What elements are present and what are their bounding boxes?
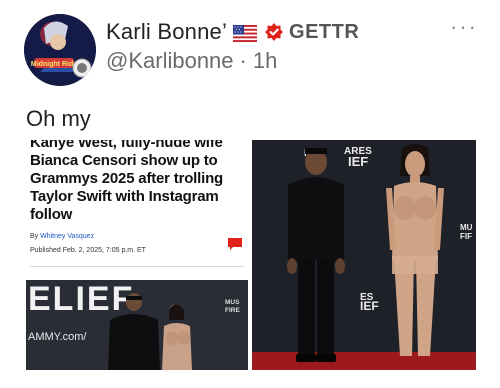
handle[interactable]: @Karlibonne xyxy=(106,48,234,74)
attached-image-photo[interactable]: MU ARES IEF JS RE ES IEF MU FIF xyxy=(252,140,476,370)
byline-prefix: By xyxy=(30,233,39,240)
article-headline: Kanye West, fully-nude wife Bianca Censo… xyxy=(30,140,224,223)
more-options-icon[interactable]: ··· xyxy=(450,16,478,38)
comment-icon xyxy=(228,238,242,250)
backdrop-mid-4: IEF xyxy=(360,299,379,313)
article-byline: By Whitney Vasquez xyxy=(30,233,94,240)
backdrop-side-2: FIF xyxy=(460,232,472,241)
backdrop-side-1: MU xyxy=(460,223,473,232)
side-text-2: FIRE xyxy=(225,307,240,314)
svg-text:Midnight Ride: Midnight Ride xyxy=(31,61,77,68)
side-text-1: MUS xyxy=(225,299,240,306)
article-divider xyxy=(30,266,244,267)
backdrop-word: ELIEF xyxy=(28,280,134,318)
gettr-post: Midnight Ride Karli Bonne’ GETTR @Karlib… xyxy=(0,0,500,388)
network-label: GETTR xyxy=(289,20,360,43)
backdrop-top-3: IEF xyxy=(348,154,368,169)
us-flag-icon xyxy=(233,24,258,42)
attached-image-article[interactable]: Kanye West, fully-nude wife Bianca Censo… xyxy=(26,140,248,370)
article-author: Whitney Vasquez xyxy=(40,233,95,240)
article-published: Published Feb. 2, 2025, 7:05 p.m. ET xyxy=(30,247,146,254)
red-carpet-scene: MU ARES IEF JS RE ES IEF MU FIF xyxy=(252,140,476,370)
gettr-badge-icon xyxy=(265,23,284,41)
timestamp[interactable]: 1h xyxy=(253,48,277,74)
author-name-row: Karli Bonne’ GETTR xyxy=(106,18,359,46)
avatar[interactable]: Midnight Ride xyxy=(24,14,96,86)
separator: · xyxy=(239,48,247,73)
display-name[interactable]: Karli Bonne’ xyxy=(106,19,227,45)
handle-row: @Karlibonne · 1h xyxy=(106,48,277,74)
backdrop-url: AMMY.com/ xyxy=(28,331,87,343)
post-text: Oh my xyxy=(26,106,91,131)
article-photo: ELIEF AMMY.com/ MUS FIRE xyxy=(26,280,248,370)
avatar-image: Midnight Ride xyxy=(24,14,96,86)
article-photo-scene: ELIEF AMMY.com/ MUS FIRE xyxy=(26,280,248,370)
